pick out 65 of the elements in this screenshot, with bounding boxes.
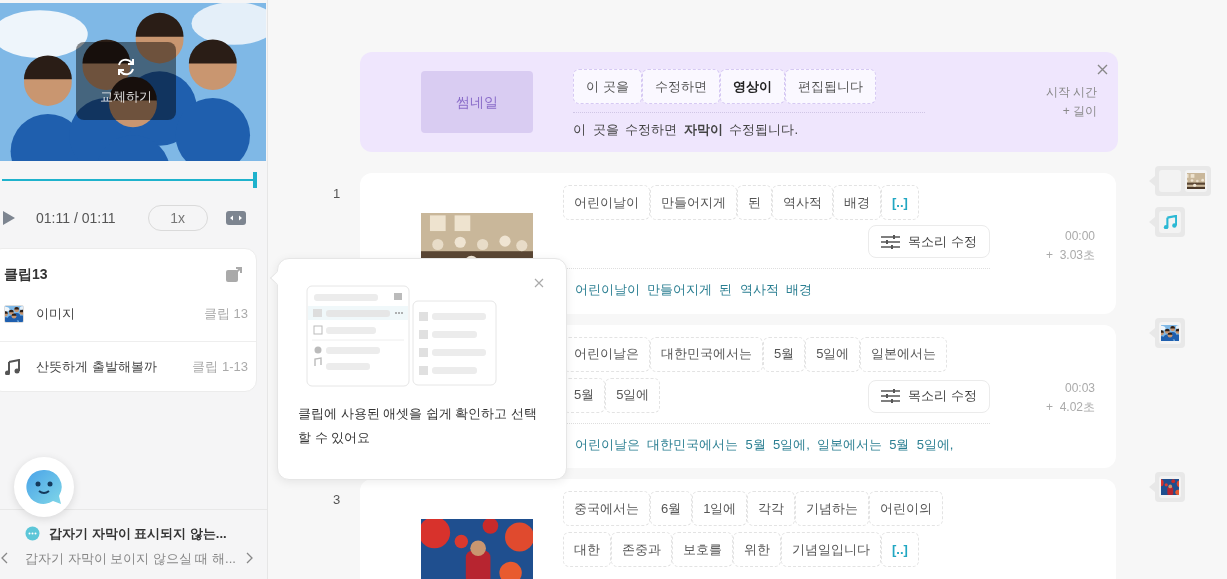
play-icon[interactable] [2, 210, 16, 226]
tooltip-text: 클립에 사용된 애셋을 쉽게 확인하고 선택 할 수 있어요 [298, 405, 539, 447]
start-time: 00:03 [1064, 379, 1095, 397]
chatbot-button[interactable] [14, 457, 74, 517]
help-text: 갑자기 자막이 보이지 않으실 때 해... [25, 549, 236, 568]
clip-title: 클립13 [4, 264, 48, 284]
word-chip[interactable]: 기념일입니다 [781, 532, 881, 567]
word-chip[interactable]: 1일에 [692, 491, 748, 526]
word-chip[interactable]: 5일에 [605, 377, 661, 413]
word-chip[interactable]: 존중과 [611, 532, 672, 567]
word-chip[interactable]: 편집됩니다 [784, 69, 876, 104]
chat-bubble-icon [25, 526, 40, 542]
resize-icon[interactable] [225, 211, 246, 225]
voice-edit-button[interactable]: 목소리 수정 [868, 225, 990, 258]
word-chip[interactable]: 수정하면 [641, 69, 720, 104]
chevron-left-icon[interactable] [1, 552, 9, 565]
word-chip[interactable]: 대한민국에서는 [650, 336, 763, 372]
help-title: 갑자기 자막이 표시되지 않는... [49, 525, 227, 543]
length-label: + 길이 [1062, 103, 1097, 120]
word-chip[interactable]: 보호를 [672, 532, 733, 567]
word-chip[interactable]: 위한 [733, 532, 781, 567]
word-chip[interactable]: 6월 [650, 491, 693, 526]
word-chip[interactable]: 중국에서는 [563, 491, 650, 526]
duration: + 3.03초 [1045, 247, 1095, 264]
music-note-icon [4, 358, 20, 375]
asset-row[interactable]: 이미지 클립 13 [0, 289, 256, 339]
clip-range: 클립 1-13 [192, 357, 248, 376]
start-time: 00:00 [1064, 228, 1095, 245]
duration: + 4.02초 [1045, 398, 1095, 416]
subtitle-text: 어린이날이 만들어지게 된 역사적 배경 [574, 281, 813, 299]
clip-range: 클립 13 [203, 305, 248, 324]
sliders-icon [881, 389, 901, 403]
word-chip[interactable]: 5월 [763, 336, 806, 372]
progress-handle[interactable] [253, 172, 257, 188]
close-icon[interactable] [534, 278, 544, 288]
subtitle-text: 어린이날은 대한민국에서는 5월 5일에, 일본에서는 5월 5일에, [574, 435, 955, 454]
voice-edit-button[interactable]: 목소리 수정 [868, 379, 990, 413]
word-chip[interactable]: 대한 [563, 532, 611, 567]
word-chip[interactable]: 영상이 [719, 69, 785, 104]
asset-thumbnail[interactable] [1185, 170, 1207, 192]
close-icon[interactable] [1097, 64, 1108, 75]
playback-time: 01:11 / 01:11 [36, 208, 116, 228]
word-chip[interactable]: 어린이날이 [563, 185, 650, 220]
scene-number: 3 [333, 492, 341, 507]
asset-label: 이미지 [36, 305, 75, 324]
word-chip[interactable]: 된 [737, 185, 772, 220]
sliders-icon [881, 234, 901, 249]
subtitle-text: 이 곳을 수정하면 자막이 수정됩니다. [573, 121, 800, 139]
word-chip[interactable]: 만들어지게 [650, 185, 737, 220]
word-chip[interactable]: 각각 [747, 491, 796, 526]
word-chip[interactable]: 역사적 [772, 185, 833, 220]
word-chip[interactable]: 배경 [833, 185, 881, 220]
word-chip[interactable]: 이 곳을 [573, 69, 642, 104]
replace-button[interactable]: 교체하기 [76, 42, 176, 120]
word-chip[interactable]: 어린이의 [869, 491, 944, 526]
chatbot-icon [25, 468, 63, 506]
asset-label: 산뜻하게 출발해볼까 [36, 357, 157, 376]
asset-row[interactable]: 산뜻하게 출발해볼까 클립 1-13 [0, 341, 256, 391]
word-chip[interactable]: 일본에서는 [860, 336, 948, 372]
word-chip[interactable]: 기념하는 [795, 491, 870, 526]
start-time-label: 시작 시간 [1045, 84, 1097, 101]
scene-number: 1 [333, 186, 341, 201]
word-chip[interactable]: 5일에 [805, 336, 861, 372]
chevron-right-icon[interactable] [245, 552, 253, 565]
external-link-icon[interactable] [226, 266, 242, 282]
